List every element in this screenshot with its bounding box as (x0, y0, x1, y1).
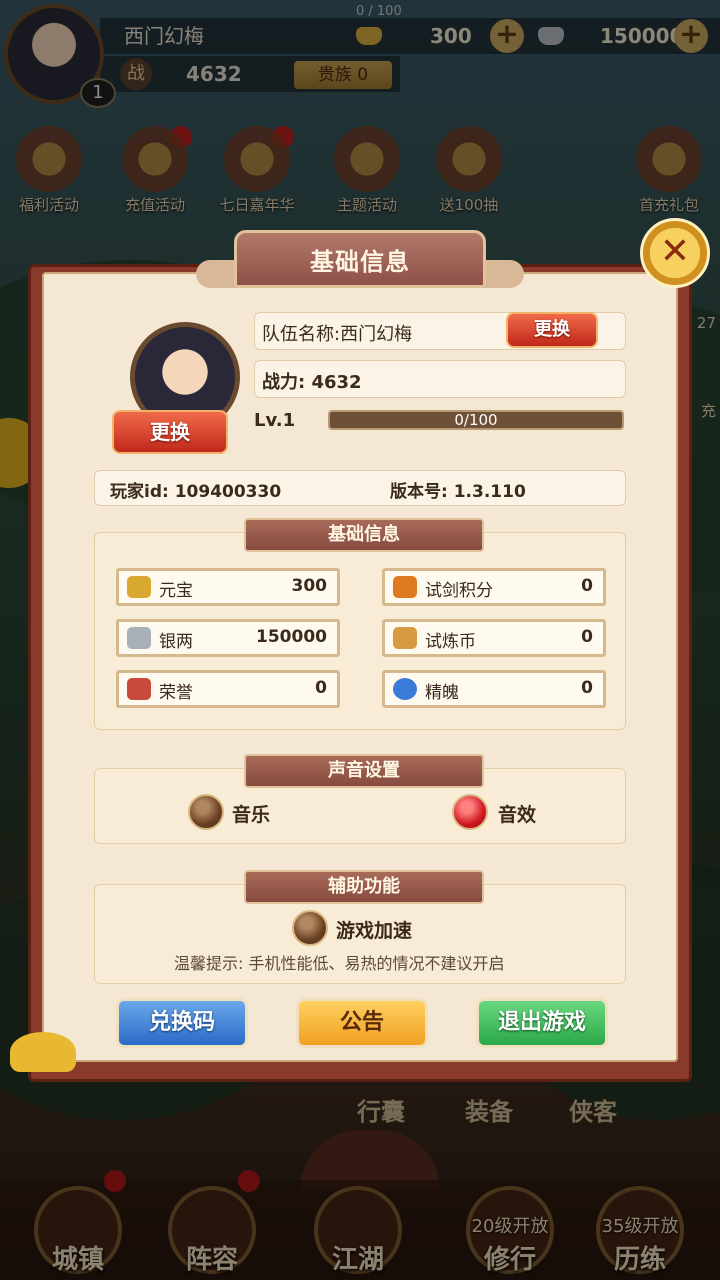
change-name-button[interactable]: 更换 (506, 312, 598, 348)
game-version: 版本号: 1.3.110 (390, 482, 526, 502)
quit-game-button[interactable]: 退出游戏 (476, 998, 608, 1048)
dialog-panel: 更换 队伍名称:西门幻梅 更换 战力: 4632 Lv.1 0/100 玩家id… (42, 272, 678, 1062)
gold-ingot-icon (127, 576, 151, 598)
battle-power: 战力: 4632 (262, 372, 362, 393)
team-name: 队伍名称:西门幻梅 (262, 324, 413, 345)
level-label: Lv.1 (254, 410, 296, 431)
redeem-code-button[interactable]: 兑换码 (116, 998, 248, 1048)
sound-section-title: 声音设置 (244, 754, 484, 788)
basic-info-dialog: 更换 队伍名称:西门幻梅 更换 战力: 4632 Lv.1 0/100 玩家id… (10, 218, 710, 1082)
close-icon: ✕ (659, 231, 691, 272)
exp-progress-text: 0/100 (454, 411, 498, 429)
exp-progress-bar: 0/100 (328, 410, 624, 430)
music-toggle[interactable] (188, 794, 224, 830)
close-button[interactable]: ✕ (640, 218, 710, 288)
resource-spirit: 精魄 0 (382, 670, 606, 708)
silver-ingot-icon (127, 627, 151, 649)
assist-section-title: 辅助功能 (244, 870, 484, 904)
blue-flame-icon (393, 678, 417, 700)
music-label: 音乐 (232, 804, 271, 826)
performance-tip: 温馨提示: 手机性能低、易热的情况不建议开启 (174, 954, 505, 973)
resources-section-title: 基础信息 (244, 518, 484, 552)
speedup-label: 游戏加速 (336, 920, 413, 942)
sword-token-icon (393, 576, 417, 598)
resource-yuanbao: 元宝 300 (116, 568, 340, 606)
trial-coin-icon (393, 627, 417, 649)
dialog-title: 基础信息 (310, 248, 410, 276)
speedup-toggle[interactable] (292, 910, 328, 946)
announcement-button[interactable]: 公告 (296, 998, 428, 1048)
resource-silver: 银两 150000 (116, 619, 340, 657)
sfx-label: 音效 (498, 804, 537, 826)
resource-trial-coin: 试炼币 0 (382, 619, 606, 657)
change-avatar-button[interactable]: 更换 (112, 410, 228, 454)
resource-sword-points: 试剑积分 0 (382, 568, 606, 606)
sfx-toggle[interactable] (452, 794, 488, 830)
cloud-ornament-icon (10, 1032, 76, 1072)
dialog-title-plate: 基础信息 (234, 230, 486, 288)
honor-badge-icon (127, 678, 151, 700)
resource-honor: 荣誉 0 (116, 670, 340, 708)
player-id: 玩家id: 109400330 (110, 482, 282, 502)
